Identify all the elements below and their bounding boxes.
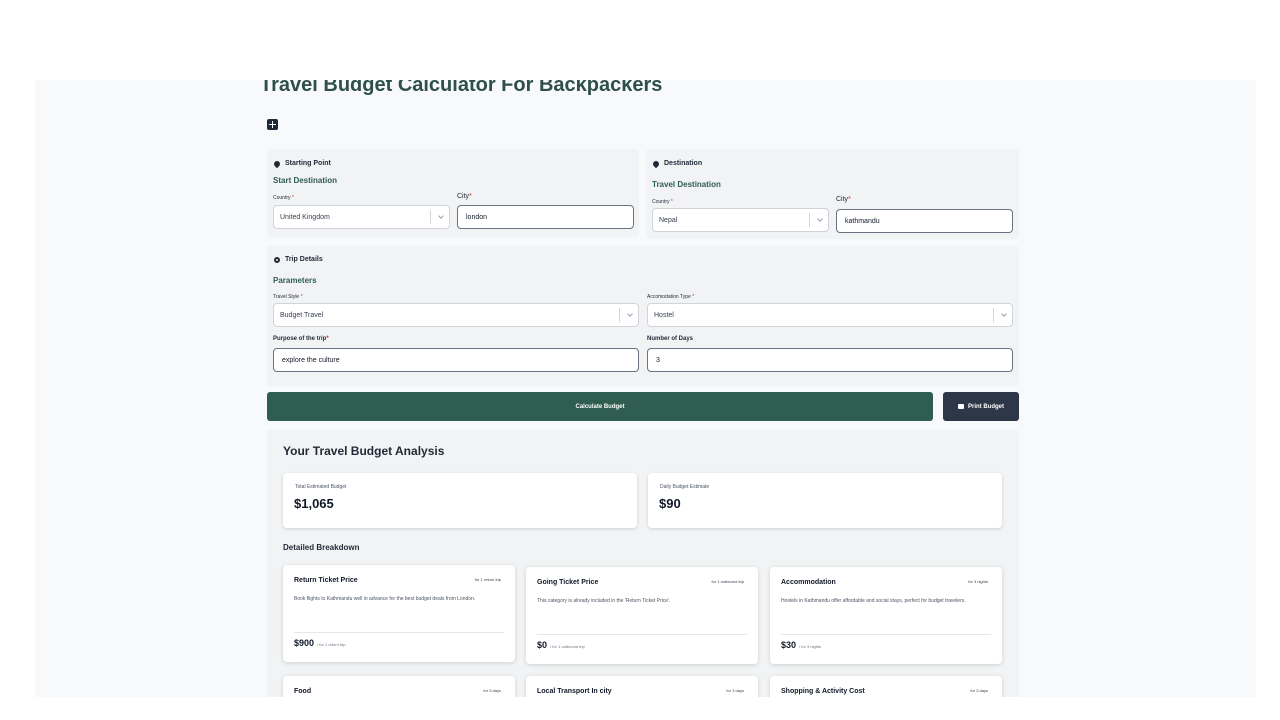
card-title: Accommodation	[781, 579, 836, 586]
card-description: Hostels in Kathmandu offer affordable an…	[781, 598, 966, 604]
start-city-input[interactable]: london	[457, 205, 634, 229]
start-destination-subheader: Start Destination	[273, 176, 338, 185]
card-badge: for 3 nights	[968, 579, 988, 584]
days-label: Number of Days	[647, 336, 694, 342]
purpose-input[interactable]: explore the culture	[273, 348, 639, 372]
card-price: $30/ for 3 nights	[781, 640, 822, 650]
breakdown-title: Detailed Breakdown	[283, 543, 360, 552]
travel-destination-subheader: Travel Destination	[652, 180, 721, 189]
app-frame: Travel Budget Calculator For Backpackers…	[35, 80, 1256, 697]
gear-icon	[274, 256, 280, 263]
card-badge: for 1 return trip	[474, 577, 501, 582]
total-budget-card: Total Estimated Budget $1,065	[283, 473, 637, 528]
breakdown-card-shopping-activity: Shopping & Activity Cost for 3 days	[770, 676, 1002, 697]
accommodation-label: Accomodation Type *	[647, 294, 695, 300]
page-title: Travel Budget Calculator For Backpackers	[260, 80, 663, 96]
map-pin-icon	[651, 159, 661, 168]
printer-icon	[958, 404, 964, 409]
chevron-down-icon	[817, 216, 823, 222]
start-country-label: Country *	[273, 195, 294, 201]
calculate-budget-button[interactable]: Calculate Budget	[267, 392, 933, 421]
accommodation-select[interactable]: Hostel	[647, 303, 1013, 327]
analysis-title: Your Travel Budget Analysis	[283, 444, 445, 458]
chevron-down-icon	[438, 213, 444, 219]
card-title: Food	[294, 688, 312, 695]
travel-style-select[interactable]: Budget Travel	[273, 303, 639, 327]
breakdown-card-local-transport: Local Transport In city for 3 days	[526, 676, 758, 697]
days-input[interactable]: 3	[647, 348, 1013, 372]
card-title: Local Transport In city	[537, 688, 612, 695]
card-badge: for 3 days	[483, 688, 501, 693]
card-badge: for 1 outbound trip	[711, 579, 744, 584]
card-title: Return Ticket Price	[294, 577, 358, 584]
starting-point-header: Starting Point	[272, 159, 331, 168]
card-title: Going Ticket Price	[537, 579, 599, 586]
total-budget-value: $1,065	[294, 496, 334, 511]
trip-details-header: Trip Details	[274, 256, 323, 263]
purpose-label: Purpose of the trip*	[273, 336, 329, 342]
dest-country-label: Country *	[652, 199, 673, 205]
daily-budget-card: Daily Budget Estimate $90	[648, 473, 1002, 528]
start-country-select[interactable]: United Kingdom	[273, 205, 450, 229]
card-title: Shopping & Activity Cost	[781, 688, 865, 695]
card-price: $0/ for 1 outbound trip	[537, 640, 585, 650]
dest-country-select[interactable]: Nepal	[652, 208, 829, 232]
card-price: $900/ for 1 return trip	[294, 638, 346, 648]
card-description: Book flights to Kathmandu well in advanc…	[294, 596, 476, 602]
card-badge: for 3 days	[970, 688, 988, 693]
destination-header: Destination	[651, 159, 702, 168]
dest-city-input[interactable]: kathmandu	[836, 209, 1013, 233]
breakdown-card-food: Food for 3 days	[283, 676, 515, 697]
travel-style-label: Travel Style *	[273, 294, 303, 300]
start-city-label: City*	[457, 193, 472, 200]
calculator-icon	[267, 119, 278, 130]
parameters-subheader: Parameters	[273, 276, 317, 285]
chevron-down-icon	[1001, 311, 1007, 317]
breakdown-card-return-ticket: Return Ticket Price for 1 return trip Bo…	[283, 565, 515, 662]
breakdown-card-going-ticket: Going Ticket Price for 1 outbound trip T…	[526, 567, 758, 664]
daily-budget-label: Daily Budget Estimate	[660, 484, 710, 490]
total-budget-label: Total Estimated Budget	[295, 484, 347, 490]
print-budget-button[interactable]: Print Budget	[943, 392, 1019, 421]
map-pin-icon	[272, 159, 282, 168]
card-description: This category is already included in the…	[537, 598, 671, 604]
chevron-down-icon	[627, 311, 633, 317]
card-badge: for 3 days	[726, 688, 744, 693]
breakdown-card-accommodation: Accommodation for 3 nights Hostels in Ka…	[770, 567, 1002, 664]
dest-city-label: City*	[836, 196, 851, 203]
daily-budget-value: $90	[659, 496, 681, 511]
